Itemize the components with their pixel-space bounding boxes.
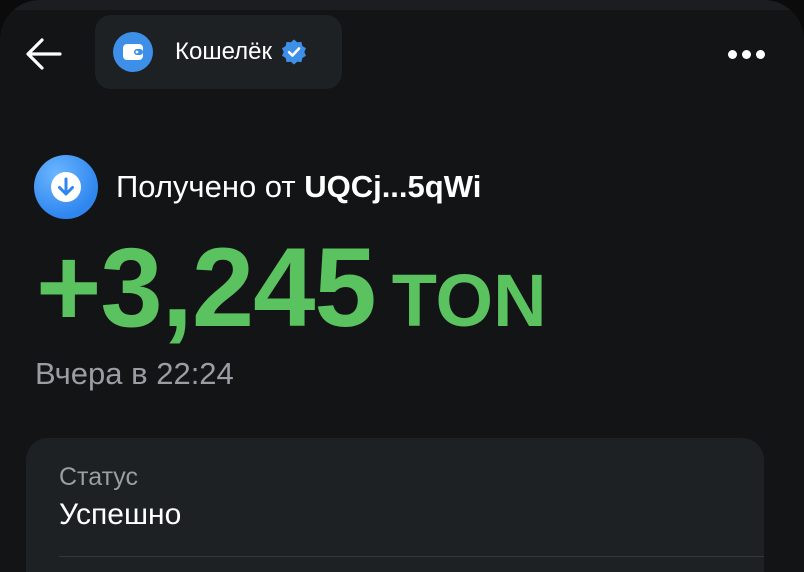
more-horizontal-icon bbox=[727, 49, 737, 59]
status-bar-area bbox=[0, 0, 804, 10]
amount-currency: TON bbox=[391, 259, 547, 342]
divider bbox=[59, 556, 764, 557]
transaction-screen: Кошелёк Получено от UQCj...5qWi +3,245 T… bbox=[0, 0, 804, 572]
verified-badge-icon bbox=[280, 38, 308, 66]
amount-value: +3,245 bbox=[36, 225, 377, 350]
wallet-header-chip[interactable]: Кошелёк bbox=[95, 15, 342, 89]
transaction-source: Получено от UQCj...5qWi bbox=[34, 155, 481, 219]
wallet-icon bbox=[113, 32, 153, 72]
amount: +3,245 TON bbox=[36, 232, 547, 344]
received-from-label: Получено от bbox=[116, 169, 296, 204]
arrow-down-icon bbox=[34, 155, 98, 219]
header-title: Кошелёк bbox=[175, 38, 272, 65]
transaction-date: Вчера в 22:24 bbox=[35, 356, 234, 391]
more-options-button[interactable] bbox=[720, 34, 772, 74]
status-value: Успешно bbox=[59, 498, 182, 531]
back-button[interactable] bbox=[18, 28, 70, 80]
status-label: Статус bbox=[59, 463, 139, 491]
arrow-left-icon bbox=[26, 38, 62, 70]
sender-address[interactable]: UQCj...5qWi bbox=[304, 169, 481, 204]
details-card: Статус Успешно bbox=[26, 438, 764, 572]
